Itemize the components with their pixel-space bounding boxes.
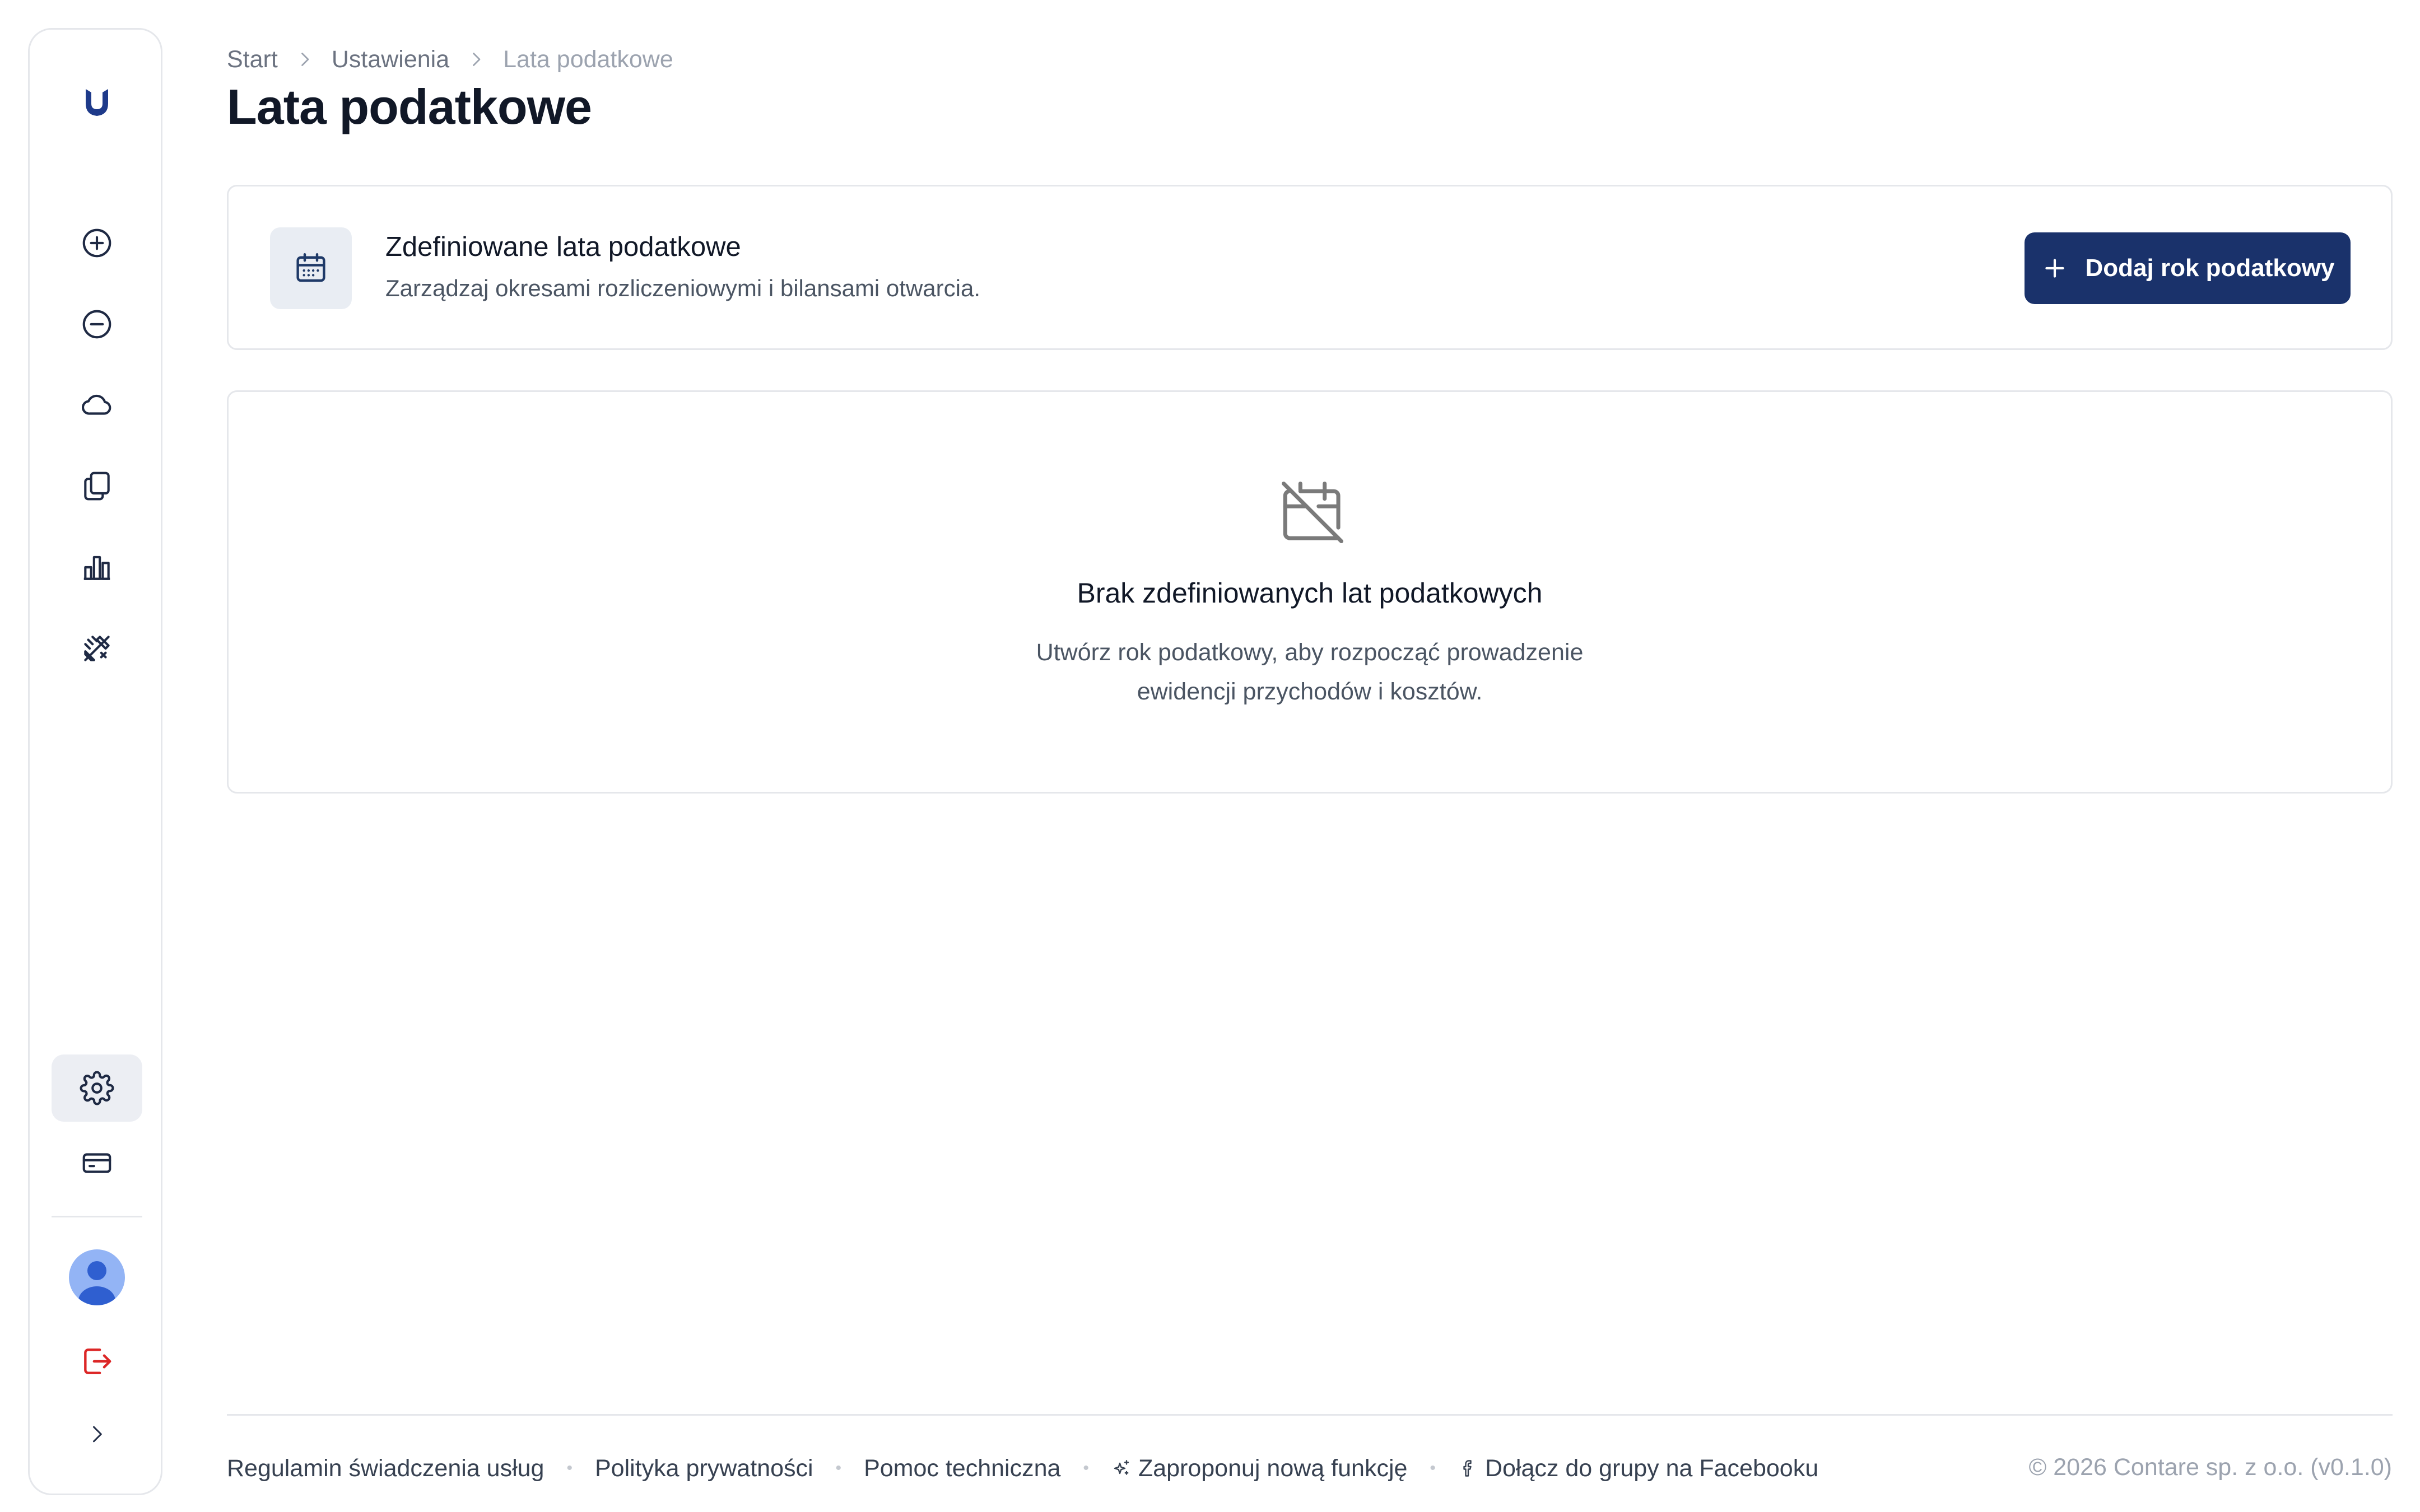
card-subtitle: Zarządzaj okresami rozliczeniowymi i bil…	[385, 275, 980, 301]
add-tax-year-label: Dodaj rok podatkowy	[2085, 254, 2335, 282]
breadcrumb-current: Lata podatkowe	[503, 45, 673, 73]
gear-icon	[80, 1071, 114, 1105]
logout-button[interactable]	[52, 1328, 142, 1395]
footer-link-suggest-feature-label: Zaproponuj nową funkcję	[1138, 1454, 1408, 1482]
chevron-right-icon	[301, 53, 309, 66]
breadcrumb: Start Ustawienia Lata podatkowe	[227, 44, 673, 75]
footer-separator: •	[1083, 1459, 1089, 1477]
footer-divider	[227, 1414, 2393, 1416]
sidebar-item-reports[interactable]	[52, 534, 142, 601]
facebook-icon	[1463, 1460, 1472, 1477]
documents-icon	[84, 472, 110, 501]
sidebar-item-settings[interactable]	[52, 1054, 142, 1122]
page-title: Lata podatkowe	[227, 79, 592, 134]
card-title: Zdefiniowane lata podatkowe	[385, 232, 741, 262]
copyright: © 2026 Contare sp. z o.o. (v0.1.0)	[2028, 1454, 2392, 1481]
sidebar-item-add-expense[interactable]	[52, 291, 142, 358]
sidebar-item-tools[interactable]	[52, 615, 142, 682]
footer-link-facebook[interactable]: Dołącz do grupy na Facebooku	[1458, 1455, 1818, 1482]
tools-icon	[84, 636, 110, 661]
empty-state-title: Brak zdefiniowanych lat podatkowych	[1077, 577, 1543, 609]
bar-chart-icon	[83, 556, 110, 580]
sidebar-item-cloud[interactable]	[52, 371, 142, 438]
footer: Regulamin świadczenia usług • Polityka p…	[227, 1452, 1818, 1485]
footer-link-support[interactable]: Pomoc techniczna	[864, 1455, 1060, 1482]
sidebar-item-add-income[interactable]	[52, 209, 142, 277]
minus-circle-icon	[82, 310, 111, 339]
sidebar-divider	[52, 1216, 142, 1217]
calendar-icon	[270, 227, 352, 309]
logo-icon[interactable]	[52, 74, 142, 130]
plus-circle-icon	[82, 228, 111, 258]
add-tax-year-button[interactable]: Dodaj rok podatkowy	[2025, 232, 2351, 304]
footer-separator: •	[1430, 1459, 1436, 1477]
credit-card-icon	[82, 1153, 111, 1173]
footer-link-facebook-label: Dołącz do grupy na Facebooku	[1484, 1454, 1819, 1482]
expand-sidebar-button[interactable]	[52, 1401, 142, 1468]
footer-link-terms[interactable]: Regulamin świadczenia usług	[227, 1455, 544, 1482]
sidebar	[28, 28, 162, 1495]
sidebar-item-billing[interactable]	[52, 1130, 142, 1197]
logout-icon	[84, 1348, 111, 1374]
footer-link-suggest-feature[interactable]: Zaproponuj nową funkcję	[1111, 1455, 1407, 1482]
breadcrumb-start[interactable]: Start	[227, 46, 278, 73]
chevron-right-icon	[473, 53, 481, 66]
tax-years-header-card: Zdefiniowane lata podatkowe Zarządzaj ok…	[227, 185, 2393, 350]
empty-state-card: Brak zdefiniowanych lat podatkowych Utwó…	[227, 390, 2393, 794]
sidebar-item-documents[interactable]	[52, 452, 142, 520]
empty-state-description: Utwórz rok podatkowy, aby rozpocząć prow…	[1036, 639, 1584, 705]
chevron-right-icon	[93, 1426, 102, 1443]
cloud-icon	[81, 394, 111, 415]
avatar[interactable]	[69, 1249, 125, 1305]
footer-link-privacy[interactable]: Polityka prywatności	[595, 1455, 813, 1482]
footer-separator: •	[835, 1459, 842, 1477]
app: Start Ustawienia Lata podatkowe Lata pod…	[0, 0, 2420, 1512]
calendar-off-icon	[1282, 482, 1343, 543]
footer-separator: •	[566, 1459, 573, 1477]
plus-icon	[2045, 259, 2064, 278]
sparkles-icon	[1114, 1460, 1129, 1475]
breadcrumb-settings[interactable]: Ustawienia	[332, 46, 449, 73]
